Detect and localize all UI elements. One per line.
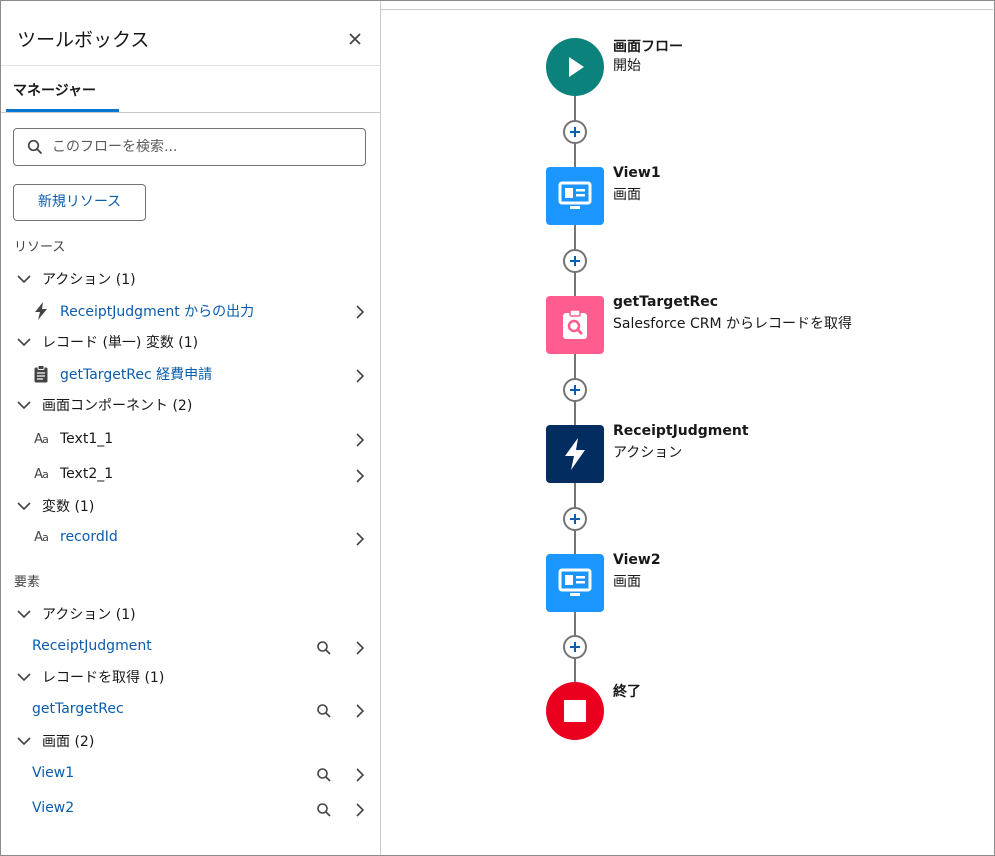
action-node-title: ReceiptJudgment (613, 423, 749, 439)
toolbox-panel: ツールボックス マネージャー 新規リソース リソース アクション (1) Rec… (1, 1, 381, 855)
end-node-title: 終了 (613, 684, 641, 700)
resource-item-text2[interactable]: Aa Text2_1 (32, 462, 113, 486)
group-label: レコードを取得 (1) (42, 670, 165, 686)
search-icon[interactable] (316, 767, 332, 783)
group-label: 画面コンポーネント (2) (42, 398, 193, 414)
view1-node-subtitle: 画面 (613, 187, 641, 203)
chevron-right-icon[interactable] (354, 802, 366, 818)
tab-rule (1, 112, 381, 113)
chevron-right-icon[interactable] (354, 432, 366, 448)
item-label: getTargetRec 経費申請 (60, 367, 213, 383)
resource-group-record-variable[interactable]: レコード (単一) 変数 (1) (16, 331, 198, 353)
chevron-down-icon (17, 610, 31, 619)
add-element-button[interactable] (563, 378, 587, 402)
play-icon (569, 57, 584, 77)
action-node[interactable] (546, 425, 604, 483)
search-icon[interactable] (316, 802, 332, 818)
start-node[interactable] (546, 38, 604, 96)
screen-node-view2[interactable] (546, 554, 604, 612)
element-item-gettargetrec[interactable]: getTargetRec (32, 697, 124, 721)
item-label: recordId (60, 529, 118, 545)
resource-item-action-output[interactable]: ReceiptJudgment からの出力 (32, 299, 254, 323)
element-item-view2[interactable]: View2 (32, 796, 74, 820)
tab-manager[interactable]: マネージャー (13, 80, 96, 100)
text-icon: Aa (34, 431, 49, 447)
end-node[interactable] (546, 682, 604, 740)
get-records-node-title: getTargetRec (613, 294, 719, 310)
screen-icon (558, 181, 592, 209)
search-icon[interactable] (316, 640, 332, 656)
flow-canvas: 画面フロー 開始 View1 画面 getTargetRec Salesforc… (382, 10, 994, 855)
chevron-down-icon (17, 737, 31, 746)
screen-icon (558, 568, 592, 596)
view2-node-subtitle: 画面 (613, 574, 641, 590)
chevron-down-icon (17, 673, 31, 682)
element-group-get-records[interactable]: レコードを取得 (1) (16, 666, 164, 688)
resource-group-variables[interactable]: 変数 (1) (16, 495, 94, 517)
add-element-button[interactable] (563, 120, 587, 144)
chevron-right-icon[interactable] (354, 531, 366, 547)
group-label: レコード (単一) 変数 (1) (42, 335, 199, 351)
elements-section-label: 要素 (14, 575, 41, 590)
search-icon[interactable] (316, 703, 332, 719)
element-group-screens[interactable]: 画面 (2) (16, 730, 94, 752)
chevron-down-icon (17, 502, 31, 511)
search-icon (27, 139, 43, 155)
stop-icon (564, 700, 586, 722)
chevron-down-icon (17, 338, 31, 347)
lightning-icon (565, 438, 585, 470)
clipboard-icon (32, 365, 50, 383)
element-item-view1[interactable]: View1 (32, 761, 74, 785)
group-label: アクション (1) (42, 272, 136, 288)
view2-node-title: View2 (613, 552, 661, 568)
view1-node-title: View1 (613, 165, 661, 181)
close-icon[interactable] (345, 29, 365, 49)
new-resource-button[interactable]: 新規リソース (13, 184, 146, 221)
chevron-right-icon[interactable] (354, 703, 366, 719)
resource-item-recordid[interactable]: Aa recordId (32, 525, 118, 549)
item-label: Text1_1 (60, 431, 114, 447)
chevron-right-icon[interactable] (354, 368, 366, 384)
chevron-right-icon[interactable] (354, 468, 366, 484)
record-search-icon (563, 309, 587, 339)
chevron-down-icon (17, 401, 31, 410)
start-node-subtitle: 開始 (613, 58, 641, 74)
group-label: 変数 (1) (42, 499, 95, 515)
add-element-button[interactable] (563, 249, 587, 273)
search-input[interactable] (52, 137, 352, 157)
resource-item-text1[interactable]: Aa Text1_1 (32, 427, 113, 451)
text-icon: Aa (34, 466, 49, 482)
item-label: Text2_1 (60, 466, 114, 482)
group-label: 画面 (2) (42, 734, 95, 750)
group-label: アクション (1) (42, 607, 136, 623)
text-icon: Aa (34, 529, 49, 545)
lightning-icon (32, 302, 50, 320)
chevron-right-icon[interactable] (354, 640, 366, 656)
resource-item-record[interactable]: getTargetRec 経費申請 (32, 362, 212, 386)
element-item-receiptjudgment[interactable]: ReceiptJudgment (32, 634, 152, 658)
chevron-right-icon[interactable] (354, 767, 366, 783)
action-node-subtitle: アクション (613, 445, 683, 461)
get-records-node[interactable] (546, 296, 604, 354)
start-node-title: 画面フロー (613, 39, 683, 55)
search-box[interactable] (13, 128, 366, 166)
item-label: ReceiptJudgment からの出力 (60, 304, 255, 320)
element-group-actions[interactable]: アクション (1) (16, 603, 136, 625)
resources-section-label: リソース (14, 240, 66, 255)
chevron-down-icon (17, 275, 31, 284)
resource-group-actions[interactable]: アクション (1) (16, 268, 136, 290)
screen-node-view1[interactable] (546, 167, 604, 225)
add-element-button[interactable] (563, 507, 587, 531)
chevron-right-icon[interactable] (354, 304, 366, 320)
add-element-button[interactable] (563, 635, 587, 659)
header-divider (1, 65, 381, 66)
toolbox-title: ツールボックス (17, 29, 150, 51)
get-records-node-subtitle: Salesforce CRM からレコードを取得 (613, 316, 852, 332)
resource-group-screen-components[interactable]: 画面コンポーネント (2) (16, 394, 192, 416)
